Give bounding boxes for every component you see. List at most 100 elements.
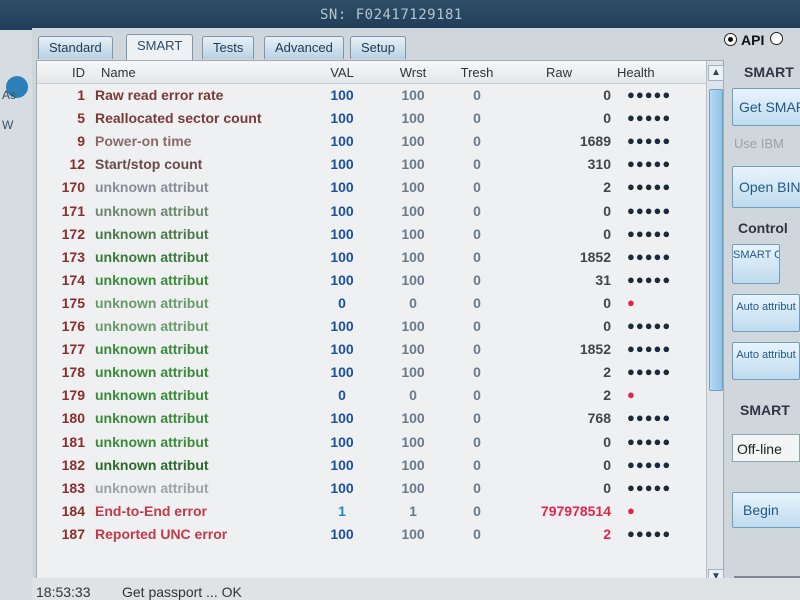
row-health: ●●●●● <box>627 364 672 380</box>
row-name: unknown attribut <box>95 479 209 496</box>
api-radio-icon[interactable] <box>724 33 737 46</box>
row-wrst: 100 <box>401 433 425 450</box>
col-wrst: Wrst <box>399 65 427 80</box>
table-row[interactable]: 182 unknown attribut 100 100 0 0 ●●●●● <box>37 454 707 477</box>
row-id: 174 <box>61 271 85 288</box>
table-row[interactable]: 173 unknown attribut 100 100 0 1852 ●●●●● <box>37 246 707 269</box>
row-val: 100 <box>330 248 354 265</box>
table-row[interactable]: 175 unknown attribut 0 0 0 0 ● <box>37 292 707 315</box>
row-raw: 2 <box>603 387 611 404</box>
get-smart-button[interactable]: Get SMART <box>732 88 800 126</box>
table-row[interactable]: 178 unknown attribut 100 100 0 2 ●●●●● <box>37 361 707 384</box>
row-val: 100 <box>330 341 354 358</box>
scroll-up-icon[interactable]: ▲ <box>708 65 724 81</box>
table-row[interactable]: 180 unknown attribut 100 100 0 768 ●●●●● <box>37 407 707 430</box>
table-row[interactable]: 174 unknown attribut 100 100 0 31 ●●●●● <box>37 269 707 292</box>
table-row[interactable]: 1 Raw read error rate 100 100 0 0 ●●●●● <box>37 84 707 107</box>
begin-button[interactable]: Begin <box>732 492 800 528</box>
row-raw: 1852 <box>579 341 611 358</box>
row-val: 0 <box>338 294 346 311</box>
row-id: 178 <box>61 364 85 381</box>
table-row[interactable]: 187 Reported UNC error 100 100 0 2 ●●●●● <box>37 523 707 546</box>
table-row[interactable]: 9 Power-on time 100 100 0 1689 ●●●●● <box>37 130 707 153</box>
row-health: ●●●●● <box>627 156 672 172</box>
tab-smart[interactable]: SMART <box>126 34 194 61</box>
row-name: Start/stop count <box>95 156 203 173</box>
api-radio[interactable]: API <box>724 32 784 48</box>
tab-advanced[interactable]: Advanced <box>264 36 344 59</box>
row-val: 100 <box>330 202 354 219</box>
row-name: Raw read error rate <box>95 87 224 103</box>
tab-tests[interactable]: Tests <box>202 36 255 59</box>
row-val: 100 <box>330 179 354 196</box>
row-tresh: 0 <box>473 271 481 288</box>
tab-standard[interactable]: Standard <box>38 36 113 59</box>
row-raw: 0 <box>603 225 611 242</box>
table-row[interactable]: 5 Reallocated sector count 100 100 0 0 ●●●●● <box>37 107 707 130</box>
row-health: ● <box>627 387 636 403</box>
row-health: ●●●●● <box>627 433 672 449</box>
row-tresh: 0 <box>473 248 481 265</box>
row-raw: 0 <box>603 433 611 450</box>
row-name: Reallocated sector count <box>95 110 262 127</box>
scroll-thumb[interactable] <box>709 89 723 391</box>
row-raw: 797978514 <box>540 502 611 519</box>
test-mode-select[interactable]: Off-line <box>732 434 800 462</box>
table-row[interactable]: 183 unknown attribut 100 100 0 0 ●●●●● <box>37 477 707 500</box>
row-tresh: 0 <box>473 479 481 496</box>
row-health: ● <box>627 294 636 310</box>
table-row[interactable]: 171 unknown attribut 100 100 0 0 ●●●●● <box>37 200 707 223</box>
main-window: Standard SMART Tests Advanced Setup API … <box>32 28 800 600</box>
row-raw: 0 <box>603 202 611 219</box>
smart-section-title: SMART <box>744 64 794 80</box>
alt-radio-icon[interactable] <box>770 32 784 45</box>
table-row[interactable]: 12 Start/stop count 100 100 0 310 ●●●●● <box>37 153 707 176</box>
row-tresh: 0 <box>473 179 481 196</box>
row-health: ●●●●● <box>627 410 672 426</box>
table-row[interactable]: 176 unknown attribut 100 100 0 0 ●●●●● <box>37 315 707 338</box>
row-name: unknown attribut <box>95 433 209 450</box>
auto-attribut-button-1[interactable]: Auto attribut <box>732 294 800 332</box>
row-val: 0 <box>338 387 346 404</box>
row-raw: 2 <box>603 525 611 542</box>
table-row[interactable]: 170 unknown attribut 100 100 0 2 ●●●●● <box>37 176 707 199</box>
row-wrst: 100 <box>401 225 425 242</box>
row-name: unknown attribut <box>95 364 209 381</box>
table-row[interactable]: 181 unknown attribut 100 100 0 0 ●●●●● <box>37 431 707 454</box>
open-bin-button[interactable]: Open BIN <box>732 166 800 208</box>
row-health: ●●●●● <box>627 456 672 472</box>
left-label-1: As <box>2 88 17 102</box>
table-body: 1 Raw read error rate 100 100 0 0 ●●●●● 5 Reallo… <box>37 84 707 590</box>
row-id: 179 <box>61 387 85 404</box>
row-wrst: 100 <box>401 179 425 196</box>
row-wrst: 100 <box>401 410 425 427</box>
row-health: ●●●●● <box>627 87 672 102</box>
row-id: 177 <box>61 341 85 358</box>
row-raw: 1852 <box>579 248 611 265</box>
row-tresh: 0 <box>473 387 481 404</box>
table-row[interactable]: 177 unknown attribut 100 100 0 1852 ●●●●● <box>37 338 707 361</box>
row-wrst: 100 <box>401 271 425 288</box>
row-tresh: 0 <box>473 456 481 473</box>
row-id: 182 <box>61 456 85 473</box>
use-ibm-label: Use IBM <box>734 136 784 151</box>
auto-attribut-button-2[interactable]: Auto attribut <box>732 342 800 380</box>
background-window: As W <box>0 30 32 600</box>
serial-number: SN: F02417129181 <box>320 7 463 23</box>
status-message: Get passport ... OK <box>122 584 242 600</box>
row-wrst: 0 <box>409 294 417 311</box>
row-health: ●●●●● <box>627 110 672 126</box>
row-wrst: 100 <box>401 364 425 381</box>
smart-on-button[interactable]: SMART ON <box>732 244 780 284</box>
row-id: 9 <box>77 133 85 150</box>
row-wrst: 100 <box>401 87 425 103</box>
tab-setup[interactable]: Setup <box>350 36 406 59</box>
table-row[interactable]: 184 End-to-End error 1 1 0 797978514 ● <box>37 500 707 523</box>
row-id: 180 <box>61 410 85 427</box>
table-row[interactable]: 172 unknown attribut 100 100 0 0 ●●●●● <box>37 223 707 246</box>
table-row[interactable]: 179 unknown attribut 0 0 0 2 ● <box>37 384 707 407</box>
left-label-2: W <box>2 118 14 132</box>
row-name: unknown attribut <box>95 202 209 219</box>
vertical-scrollbar[interactable]: ▲ ▼ <box>706 61 724 591</box>
row-val: 100 <box>330 410 354 427</box>
